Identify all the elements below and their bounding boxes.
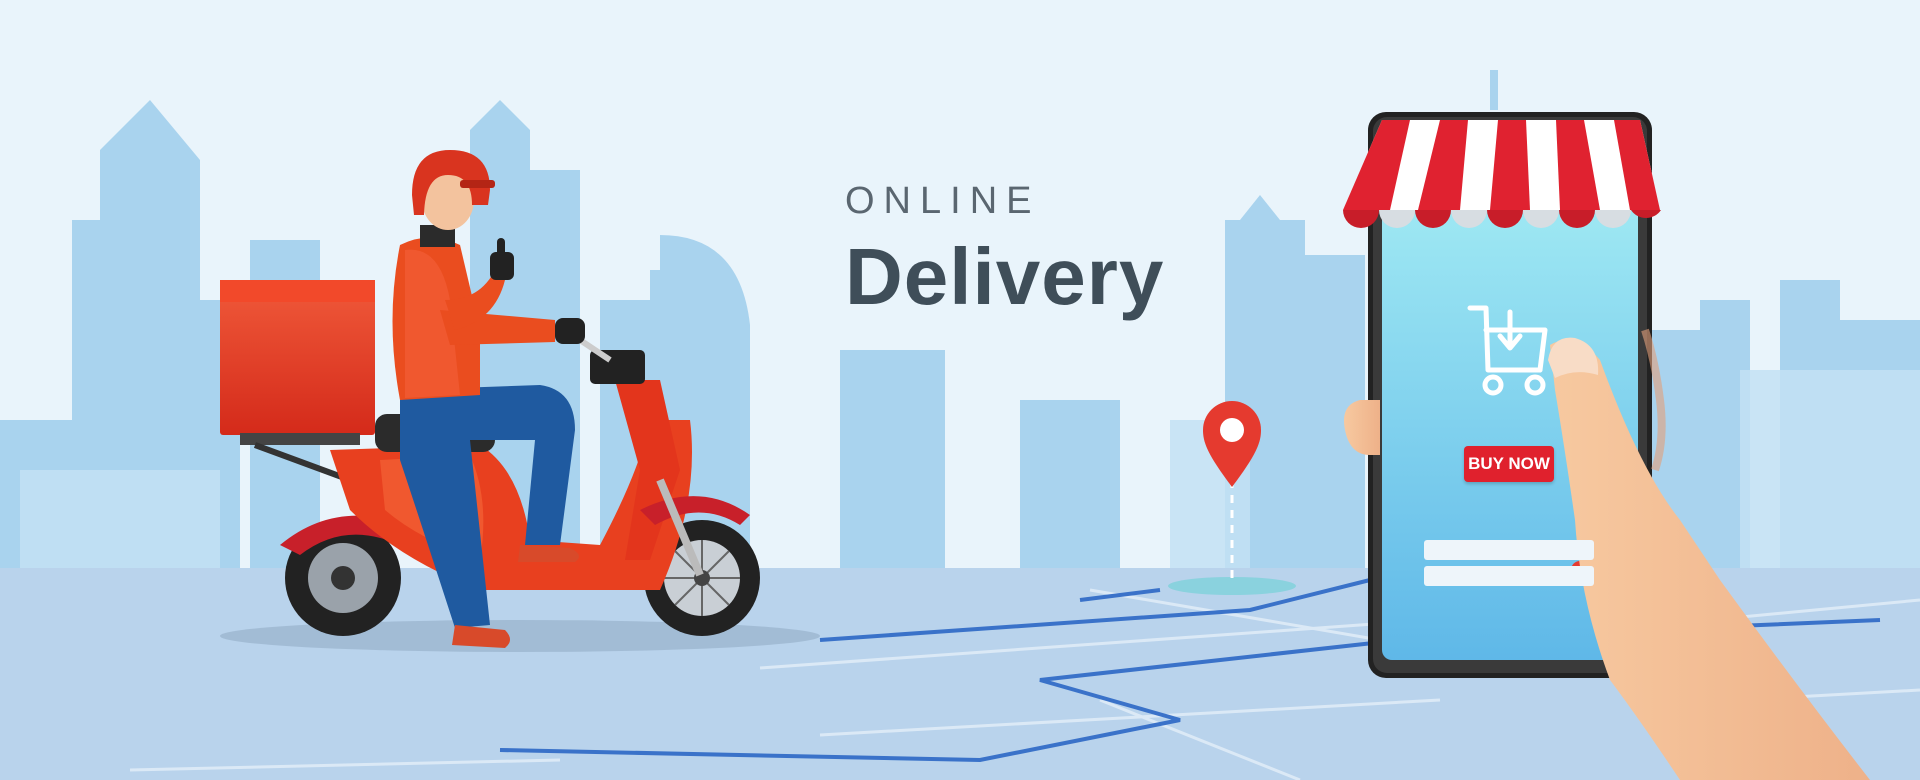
headline-main: Delivery [845, 232, 1165, 321]
delivery-banner: ONLINE Delivery BUY NOW [0, 0, 1920, 780]
origin-field[interactable] [1424, 540, 1594, 560]
illustration [0, 0, 1920, 780]
headline: ONLINE Delivery [845, 180, 1164, 323]
buy-now-button[interactable]: BUY NOW [1464, 446, 1554, 482]
headline-sub: ONLINE [845, 180, 1041, 222]
shop-awning [1343, 120, 1661, 228]
destination-field[interactable] [1424, 566, 1594, 586]
